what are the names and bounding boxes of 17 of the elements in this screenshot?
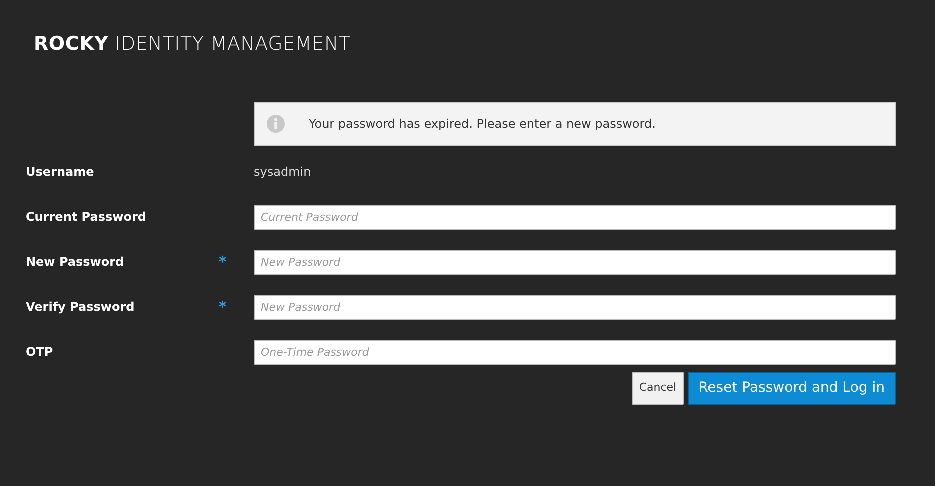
- password-field[interactable]: New Password: [254, 250, 896, 275]
- username-value: sysadmin: [254, 164, 312, 182]
- required-mark: *: [219, 253, 227, 272]
- brand-logo: ROCKY IDENTITY MANAGEMENT: [33, 32, 352, 55]
- password-field[interactable]: New Password: [254, 294, 896, 320]
- password-field[interactable]: One-Time Password: [254, 340, 896, 365]
- field-label: Verify Password: [26, 299, 136, 316]
- required-mark: *: [219, 298, 227, 316]
- password-field[interactable]: Current Password: [254, 204, 896, 230]
- cancel-button[interactable]: Cancel: [632, 372, 684, 405]
- alert-message: Your password has expired. Please enter a new password.: [309, 116, 656, 133]
- field-label: Current Password: [26, 209, 148, 226]
- field-label: New Password: [26, 254, 126, 272]
- info-icon: [267, 114, 285, 133]
- field-label: Username: [26, 164, 96, 182]
- reset-password-button[interactable]: Reset Password and Log in: [688, 372, 896, 405]
- field-label: OTP: [26, 344, 54, 362]
